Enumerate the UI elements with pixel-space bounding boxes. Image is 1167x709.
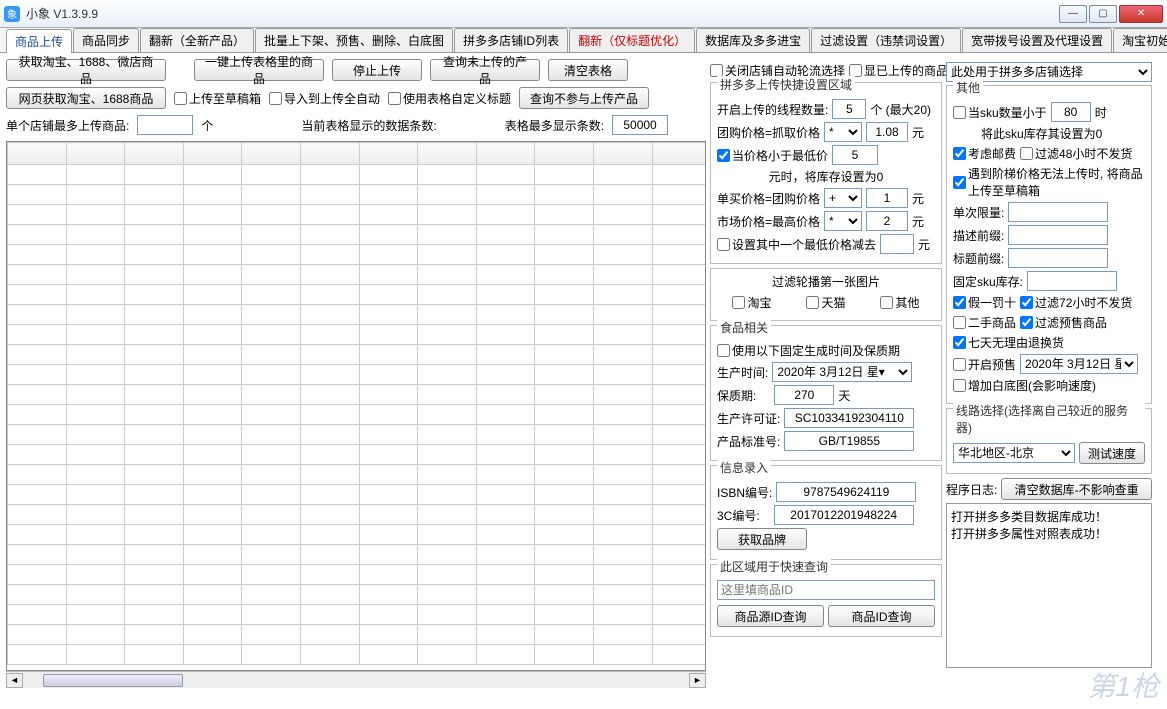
btn-query-not[interactable]: 查询未上传的产品 — [430, 59, 540, 81]
unit-ge: 个 — [201, 117, 213, 134]
cb-fixed-time[interactable]: 使用以下固定生成时间及保质期 — [717, 342, 900, 359]
h-scrollbar[interactable]: ◄► — [6, 671, 706, 688]
cb-presale-filter[interactable]: 过滤预售商品 — [1020, 314, 1107, 331]
sel-prod-date[interactable]: 2020年 3月12日 星▾ — [772, 362, 912, 382]
cb-min-price[interactable]: 当价格小于最低价 — [717, 147, 828, 164]
tab-proxy[interactable]: 宽带拨号设置及代理设置 — [962, 28, 1112, 52]
grp-food: 食品相关 使用以下固定生成时间及保质期 生产时间: 2020年 3月12日 星▾… — [710, 325, 942, 461]
in-license[interactable] — [784, 408, 914, 428]
btn-one-click[interactable]: 一键上传表格里的商品 — [194, 59, 324, 81]
tab-batch[interactable]: 批量上下架、预售、删除、白底图 — [255, 28, 453, 52]
grp-filter-img: 过滤轮播第一张图片 淘宝 天猫 其他 — [710, 268, 942, 321]
cb-72h[interactable]: 过滤72小时不发货 — [1020, 294, 1132, 311]
cb-ladder[interactable]: 遇到阶梯价格无法上传时, 将商品上传至草稿箱 — [953, 165, 1145, 199]
in-title-prefix[interactable] — [1008, 248, 1108, 268]
tab-refresh-new[interactable]: 翻新（全新产品） — [140, 28, 254, 52]
tab-db[interactable]: 数据库及多多进宝 — [696, 28, 810, 52]
in-min-price[interactable] — [832, 145, 878, 165]
in-single-limit[interactable] — [1008, 202, 1108, 222]
cb-show-uploaded[interactable]: 显已上传的商品 — [849, 62, 948, 79]
in-isbn[interactable] — [776, 482, 916, 502]
grp-info: 信息录入 ISBN编号: 3C编号: 获取品牌 — [710, 465, 942, 560]
sel-op2[interactable]: + — [824, 188, 862, 208]
btn-clear[interactable]: 清空表格 — [548, 59, 628, 81]
btn-stop[interactable]: 停止上传 — [332, 59, 422, 81]
cb-upload-draft[interactable]: 上传至草稿箱 — [174, 90, 261, 107]
cb-second[interactable]: 二手商品 — [953, 314, 1016, 331]
tab-pdd-shop[interactable]: 拼多多店铺ID列表 — [454, 28, 568, 52]
cb-48h[interactable]: 过滤48小时不发货 — [1020, 145, 1132, 162]
in-desc-prefix[interactable] — [1008, 225, 1108, 245]
cb-sku-lt[interactable]: 当sku数量小于 — [953, 104, 1047, 121]
lbl-log: 程序日志: — [946, 481, 997, 498]
btn-query-skip[interactable]: 查询不参与上传产品 — [519, 87, 649, 109]
grp-other: 其他 当sku数量小于 时 将此sku库存其设置为0 考虑邮费 过滤48小时不发… — [946, 85, 1152, 404]
cb-kaolu[interactable]: 考虑邮费 — [953, 145, 1016, 162]
btn-brand[interactable]: 获取品牌 — [717, 528, 807, 550]
tab-sync[interactable]: 商品同步 — [73, 28, 139, 52]
in-standard[interactable] — [784, 431, 914, 451]
btn-get-taobao[interactable]: 获取淘宝、1688、微店商品 — [6, 59, 166, 81]
tab-filter[interactable]: 过滤设置（违禁词设置） — [811, 28, 961, 52]
tab-upload[interactable]: 商品上传 — [6, 29, 72, 53]
close-button[interactable]: ✕ — [1119, 5, 1163, 23]
cb-whitebg[interactable]: 增加白底图(会影响速度) — [953, 377, 1096, 394]
in-max-rows[interactable] — [612, 115, 668, 135]
in-op2[interactable] — [866, 188, 908, 208]
in-sku-lt[interactable] — [1051, 102, 1091, 122]
in-3c[interactable] — [774, 505, 914, 525]
in-threads[interactable] — [832, 99, 866, 119]
btn-clear-db[interactable]: 清空数据库-不影响查重 — [1001, 478, 1152, 500]
tab-taobao-init[interactable]: 淘宝初始化 — [1113, 28, 1167, 52]
sel-op3[interactable]: * — [824, 211, 862, 231]
btn-src-id[interactable]: 商品源ID查询 — [717, 605, 824, 627]
btn-web-taobao[interactable]: 网页获取淘宝、1688商品 — [6, 87, 166, 109]
lbl-single-shop-max: 单个店铺最多上传商品: — [6, 117, 129, 134]
in-op3[interactable] — [866, 211, 908, 231]
cb-import-auto[interactable]: 导入到上传全自动 — [269, 90, 380, 107]
maximize-button[interactable]: ▢ — [1089, 5, 1117, 23]
grp-pdd: 拼多多上传快捷设置区域 开启上传的线程数量: 个 (最大20) 团购价格=抓取价… — [710, 82, 942, 264]
btn-test-speed[interactable]: 测试速度 — [1079, 442, 1145, 464]
tabstrip: 商品上传 商品同步 翻新（全新产品） 批量上下架、预售、删除、白底图 拼多多店铺… — [0, 28, 1167, 53]
minimize-button[interactable]: — — [1059, 5, 1087, 23]
in-minus[interactable] — [880, 234, 914, 254]
grp-route: 线路选择(选择离自己较近的服务器) 华北地区-北京 测试速度 — [946, 408, 1152, 474]
lbl-max-rows: 表格最多显示条数: — [505, 117, 604, 134]
lbl-current-rows: 当前表格显示的数据条数: — [301, 117, 436, 134]
in-single-shop-max[interactable] — [137, 115, 193, 135]
in-fixed-sku[interactable] — [1027, 271, 1117, 291]
cb-filter-other[interactable]: 其他 — [880, 294, 919, 311]
in-op1[interactable] — [866, 122, 908, 142]
grp-quick: 此区域用于快速查询 商品源ID查询 商品ID查询 — [710, 564, 942, 637]
cb-presale[interactable]: 开启预售 — [953, 356, 1016, 373]
cb-filter-taobao[interactable]: 淘宝 — [732, 294, 771, 311]
grid[interactable] — [6, 141, 706, 671]
in-quick-id[interactable] — [717, 580, 935, 600]
cb-7day[interactable]: 七天无理由退换货 — [953, 334, 1064, 351]
titlebar: 象 小象 V1.3.9.9 — ▢ ✕ — [0, 0, 1167, 28]
sel-op1[interactable]: * — [824, 122, 862, 142]
cb-set-minus[interactable]: 设置其中一个最低价格减去 — [717, 236, 876, 253]
cb-filter-tmall[interactable]: 天猫 — [806, 294, 845, 311]
sel-route[interactable]: 华北地区-北京 — [953, 443, 1075, 463]
app-icon: 象 — [4, 6, 20, 22]
window-title: 小象 V1.3.9.9 — [26, 5, 1059, 22]
tab-refresh-title[interactable]: 翻新（仅标题优化） — [569, 28, 695, 52]
sel-presale-date[interactable]: 2020年 3月12日 星▾ — [1020, 354, 1138, 374]
cb-jiayi[interactable]: 假一罚十 — [953, 294, 1016, 311]
in-shelf[interactable] — [774, 385, 834, 405]
cb-custom-title[interactable]: 使用表格自定义标题 — [388, 90, 511, 107]
log-box: 打开拼多多类目数据库成功！ 打开拼多多属性对照表成功！ — [946, 503, 1152, 668]
btn-goods-id[interactable]: 商品ID查询 — [828, 605, 935, 627]
